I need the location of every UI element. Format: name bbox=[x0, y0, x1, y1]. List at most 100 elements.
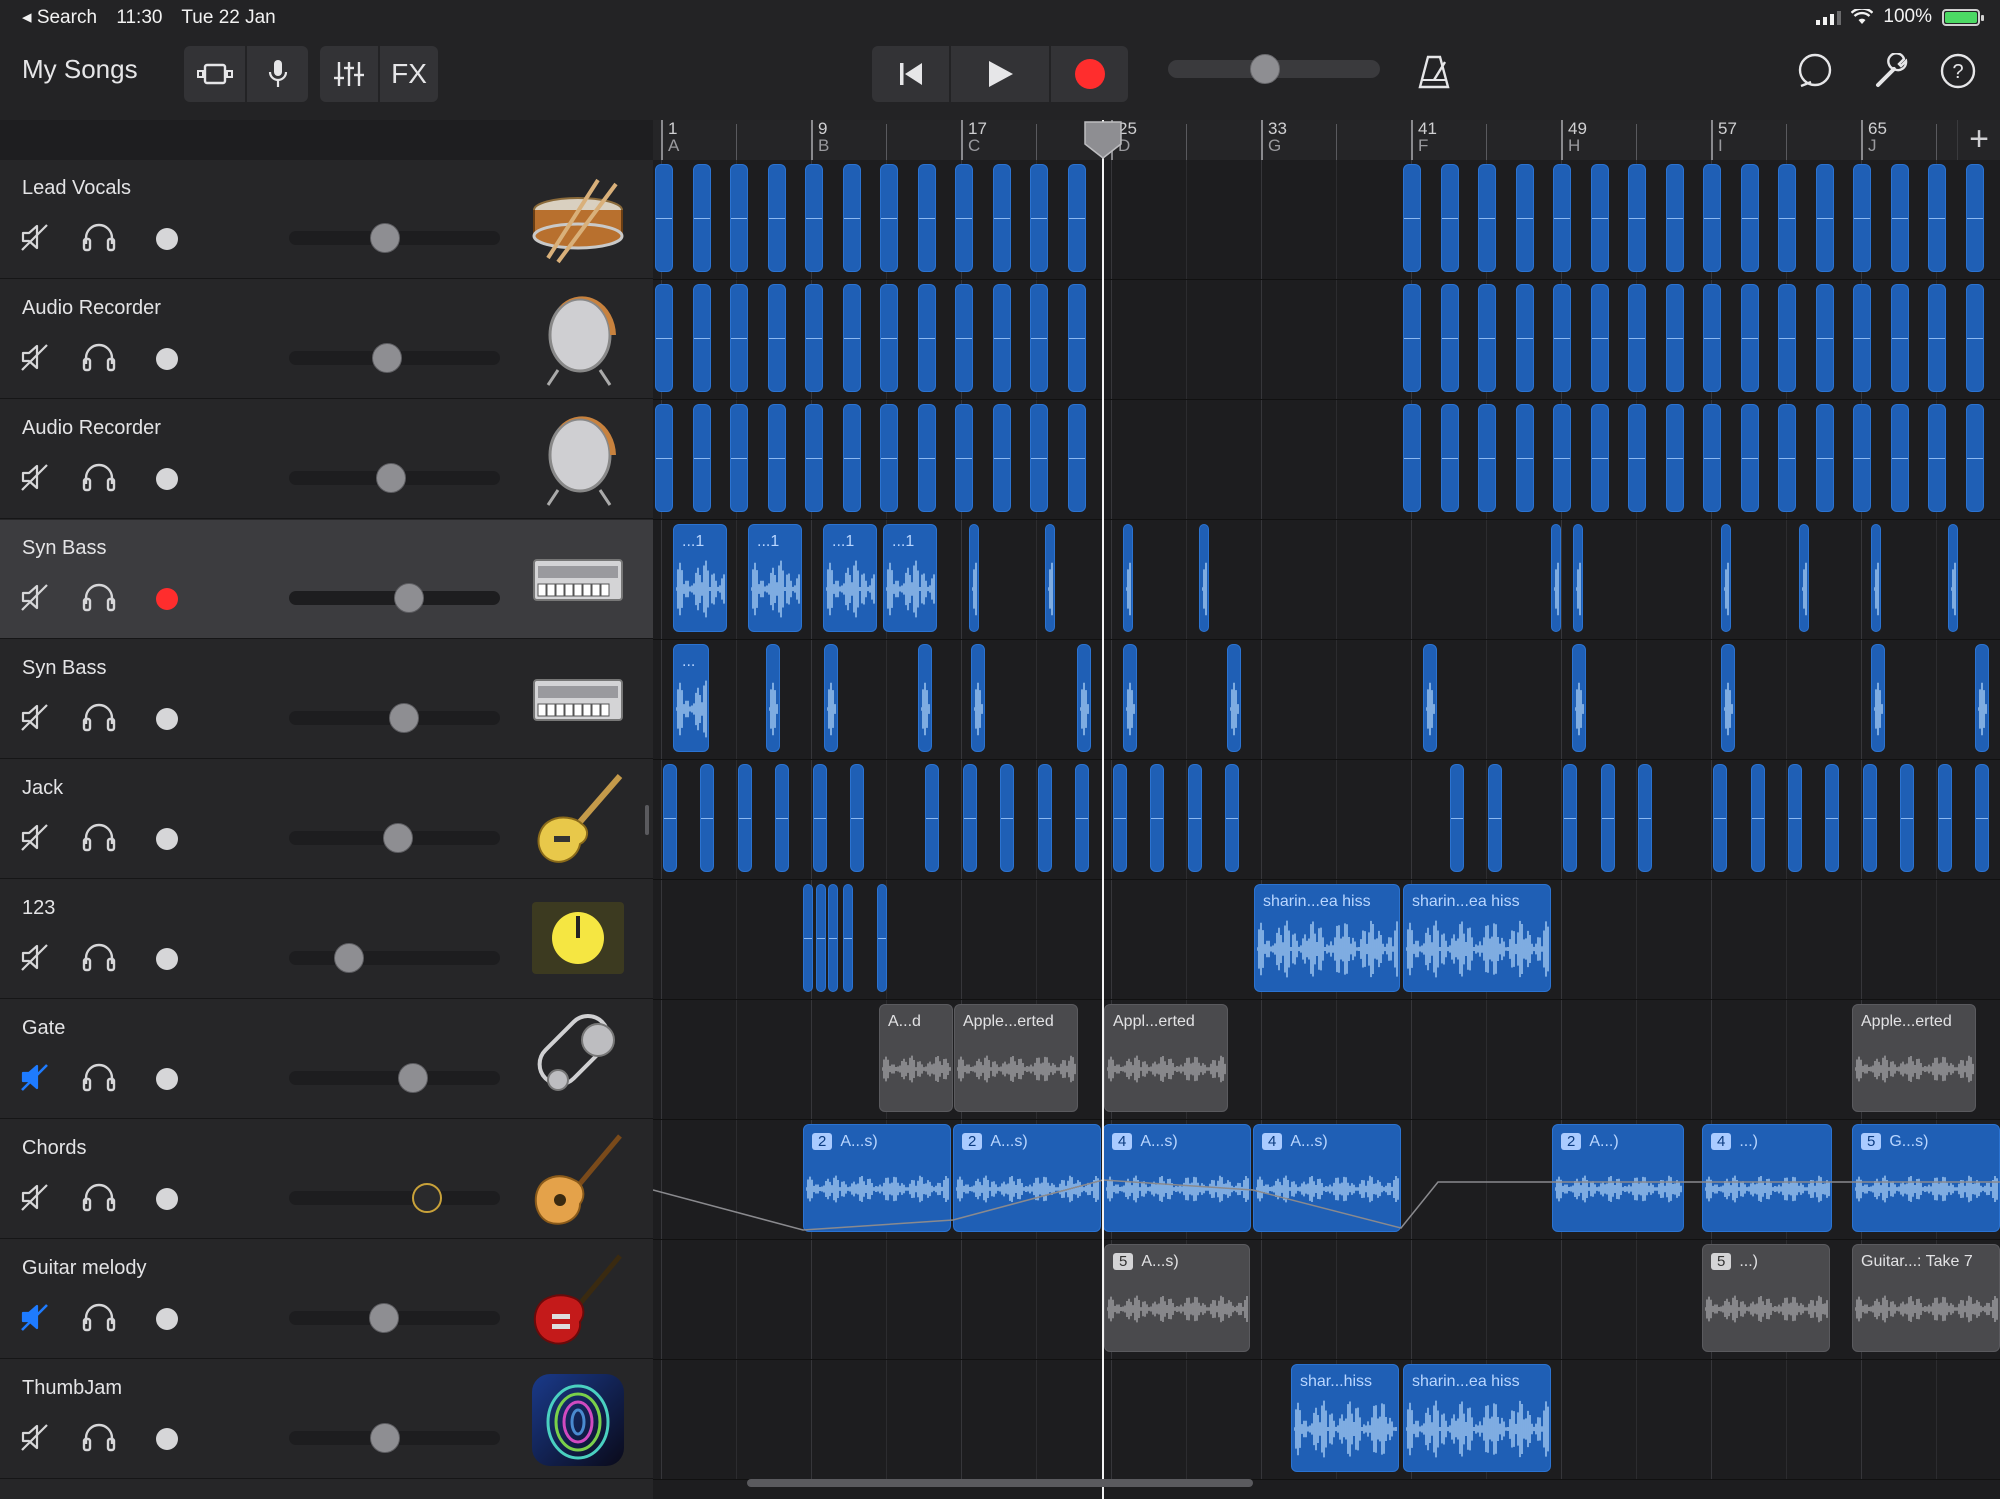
audio-region[interactable] bbox=[1721, 644, 1735, 752]
volume-knob[interactable] bbox=[383, 823, 414, 853]
record-enable-button[interactable] bbox=[156, 828, 178, 850]
ruler-bar-marker[interactable]: 57 I bbox=[1711, 120, 1737, 160]
audio-region[interactable] bbox=[1030, 164, 1048, 272]
volume-knob[interactable] bbox=[375, 463, 406, 493]
audio-region[interactable] bbox=[655, 284, 673, 392]
mute-icon[interactable] bbox=[20, 1062, 50, 1097]
volume-knob[interactable] bbox=[393, 583, 424, 613]
audio-region[interactable] bbox=[828, 884, 838, 992]
audio-region[interactable]: sharin...ea hiss bbox=[1403, 1364, 1551, 1472]
audio-region[interactable] bbox=[1799, 524, 1809, 632]
wrench-icon[interactable] bbox=[1874, 52, 1910, 94]
audio-region[interactable] bbox=[693, 404, 711, 512]
audio-region[interactable] bbox=[1591, 404, 1609, 512]
headphones-icon[interactable] bbox=[82, 582, 116, 617]
headphones-icon[interactable] bbox=[82, 942, 116, 977]
audio-region[interactable] bbox=[730, 404, 748, 512]
audio-region[interactable] bbox=[1123, 524, 1133, 632]
record-enable-button[interactable] bbox=[156, 708, 178, 730]
track-header[interactable]: Audio Recorder bbox=[0, 280, 653, 399]
record-enable-button[interactable] bbox=[156, 1428, 178, 1450]
audio-region[interactable] bbox=[730, 164, 748, 272]
mute-icon[interactable] bbox=[20, 1182, 50, 1217]
horizontal-scrollbar[interactable] bbox=[747, 1479, 1253, 1487]
track-lane[interactable] bbox=[653, 400, 2000, 520]
audio-region[interactable] bbox=[963, 764, 977, 872]
audio-region[interactable] bbox=[768, 404, 786, 512]
audio-region[interactable] bbox=[1068, 164, 1086, 272]
playhead[interactable] bbox=[1102, 120, 1104, 1499]
audio-region[interactable] bbox=[843, 404, 861, 512]
audio-region[interactable] bbox=[843, 284, 861, 392]
volume-slider[interactable] bbox=[289, 1183, 500, 1213]
audio-region[interactable] bbox=[655, 404, 673, 512]
audio-region[interactable] bbox=[993, 164, 1011, 272]
audio-region[interactable] bbox=[1068, 284, 1086, 392]
audio-region[interactable] bbox=[1077, 644, 1091, 752]
mixer-icon[interactable] bbox=[320, 46, 378, 102]
audio-region[interactable] bbox=[1199, 524, 1209, 632]
volume-slider[interactable] bbox=[289, 463, 500, 493]
audio-region[interactable] bbox=[1853, 284, 1871, 392]
volume-knob[interactable] bbox=[372, 343, 403, 373]
audio-region[interactable] bbox=[1871, 524, 1881, 632]
audio-region[interactable] bbox=[693, 284, 711, 392]
audio-region[interactable] bbox=[1150, 764, 1164, 872]
audio-region[interactable] bbox=[766, 644, 780, 752]
ruler-bar-marker[interactable]: 49 H bbox=[1561, 120, 1587, 160]
audio-region[interactable] bbox=[1816, 404, 1834, 512]
audio-region[interactable] bbox=[1778, 284, 1796, 392]
audio-region[interactable]: ... bbox=[673, 644, 709, 752]
audio-region[interactable] bbox=[1628, 404, 1646, 512]
record-enable-button[interactable] bbox=[156, 588, 178, 610]
acoustic-guitar-icon[interactable] bbox=[528, 1130, 628, 1230]
audio-region[interactable] bbox=[880, 164, 898, 272]
timeline[interactable]: ...1 ...1 ...1 ...1... sharin...ea hiss shari… bbox=[653, 160, 2000, 1499]
audio-region[interactable]: Apple...erted bbox=[954, 1004, 1078, 1112]
mute-icon[interactable] bbox=[20, 1422, 50, 1457]
headphones-icon[interactable] bbox=[82, 462, 116, 497]
audio-region[interactable] bbox=[1928, 404, 1946, 512]
audio-region[interactable] bbox=[877, 884, 887, 992]
record-enable-button[interactable] bbox=[156, 1188, 178, 1210]
track-lane[interactable] bbox=[653, 280, 2000, 400]
loop-icon[interactable] bbox=[1795, 52, 1835, 97]
audio-region[interactable] bbox=[1938, 764, 1952, 872]
audio-region[interactable] bbox=[1891, 284, 1909, 392]
audio-region[interactable] bbox=[1666, 284, 1684, 392]
audio-region[interactable] bbox=[1030, 404, 1048, 512]
ruler-bar-marker[interactable]: 33 G bbox=[1261, 120, 1287, 160]
header-resize-handle[interactable] bbox=[645, 805, 649, 835]
track-header[interactable]: Syn Bass bbox=[0, 640, 653, 759]
audio-region[interactable] bbox=[1966, 404, 1984, 512]
headphones-icon[interactable] bbox=[82, 222, 116, 257]
audio-region[interactable] bbox=[1563, 764, 1577, 872]
audio-region[interactable] bbox=[1488, 764, 1502, 872]
audio-region[interactable] bbox=[969, 524, 979, 632]
audio-region[interactable] bbox=[1478, 164, 1496, 272]
audio-region[interactable] bbox=[1713, 764, 1727, 872]
mute-icon[interactable] bbox=[20, 222, 50, 257]
headphones-icon[interactable] bbox=[82, 1422, 116, 1457]
audio-region[interactable] bbox=[1788, 764, 1802, 872]
audio-region[interactable] bbox=[1113, 764, 1127, 872]
audio-region[interactable] bbox=[993, 284, 1011, 392]
ruler-bar-marker[interactable]: 65 J bbox=[1861, 120, 1887, 160]
thumbjam-icon[interactable] bbox=[528, 1370, 628, 1470]
track-header[interactable]: Syn Bass bbox=[0, 520, 653, 639]
record-enable-button[interactable] bbox=[156, 348, 178, 370]
audio-region[interactable] bbox=[1516, 284, 1534, 392]
audio-region[interactable] bbox=[1816, 284, 1834, 392]
audio-region[interactable] bbox=[1227, 644, 1241, 752]
mute-icon[interactable] bbox=[20, 342, 50, 377]
audio-region[interactable] bbox=[1975, 764, 1989, 872]
audio-region[interactable] bbox=[1751, 764, 1765, 872]
mute-icon[interactable] bbox=[20, 942, 50, 977]
audio-region[interactable] bbox=[1666, 404, 1684, 512]
audio-region[interactable] bbox=[1741, 164, 1759, 272]
fx-button[interactable]: FX bbox=[380, 46, 438, 102]
volume-knob[interactable] bbox=[370, 223, 401, 253]
volume-knob[interactable] bbox=[368, 1303, 399, 1333]
audio-region[interactable] bbox=[1638, 764, 1652, 872]
headphones-icon[interactable] bbox=[82, 1182, 116, 1217]
